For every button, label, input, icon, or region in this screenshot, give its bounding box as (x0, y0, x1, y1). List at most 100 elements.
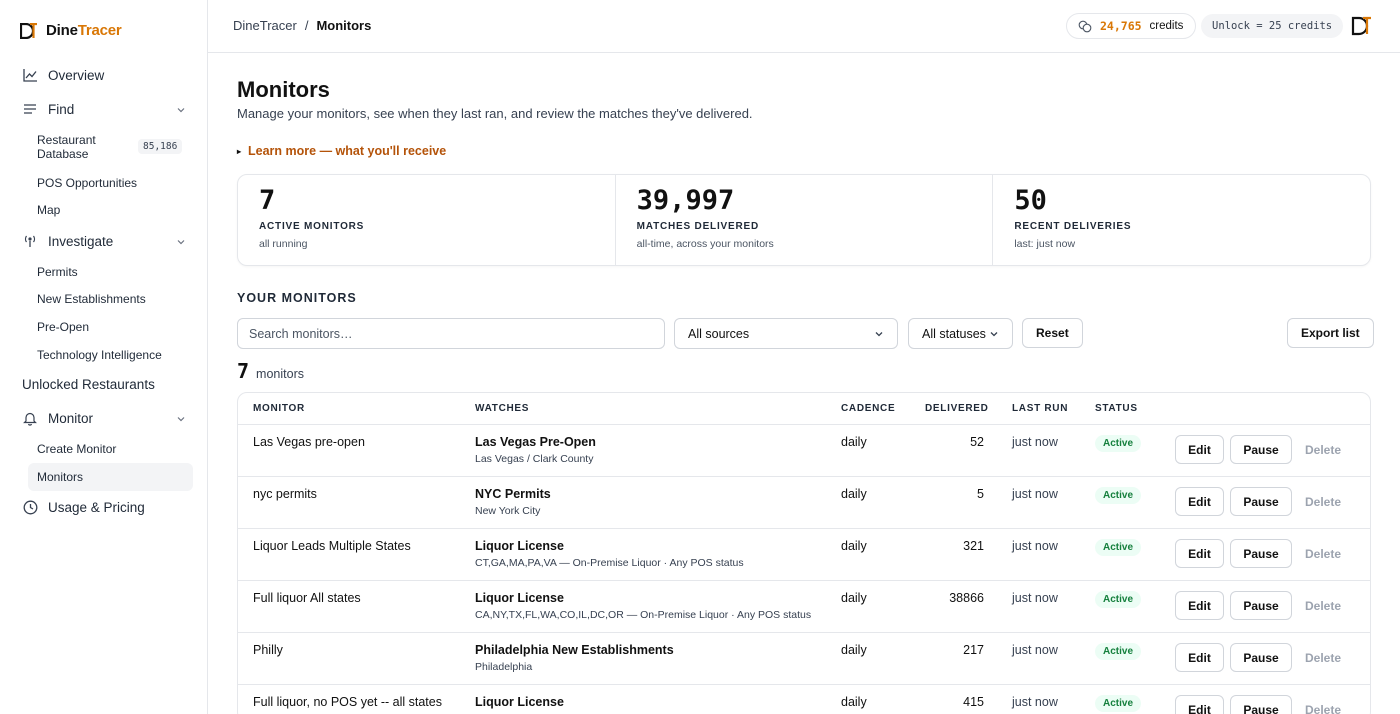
sidebar-item-technology-intelligence[interactable]: Technology Intelligence (37, 348, 162, 362)
delivered-count: 52 (970, 435, 984, 449)
source-select[interactable]: All sources (674, 318, 898, 349)
sidebar-item-overview[interactable]: Overview (22, 67, 104, 83)
monitor-name[interactable]: Philly (253, 643, 283, 657)
pause-button[interactable]: Pause (1230, 435, 1292, 464)
edit-button[interactable]: Edit (1175, 539, 1224, 568)
edit-button[interactable]: Edit (1175, 695, 1224, 714)
sidebar-item-create-monitor[interactable]: Create Monitor (37, 442, 116, 456)
chevron-down-icon (875, 331, 883, 336)
unlock-cost-pill: Unlock = 25 credits (1201, 14, 1344, 38)
monitor-count: 7 monitors (237, 359, 304, 383)
sidebar-item-unlocked-restaurants[interactable]: Unlocked Restaurants (22, 377, 155, 392)
stat-recent-deliveries: 50 RECENT DELIVERIES last: just now (993, 175, 1370, 265)
delete-button[interactable]: Delete (1305, 547, 1341, 561)
sidebar-item-monitors[interactable]: Monitors (37, 470, 83, 484)
column-header-status[interactable]: STATUS (1095, 403, 1138, 414)
main-content: DineTracer / Monitors 24,765 credits Unl… (208, 0, 1400, 714)
status-select[interactable]: All statuses (908, 318, 1013, 349)
sidebar-item-restaurant-database[interactable]: Restaurant Database (37, 133, 127, 161)
logo[interactable]: DineTracer (20, 22, 122, 39)
delete-button[interactable]: Delete (1305, 443, 1341, 457)
table-row: nyc permits NYC Permits New York City daily… (238, 477, 1370, 529)
table-row: Full liquor All states Liquor License CA,N… (238, 581, 1370, 633)
cadence-value: daily (841, 591, 867, 605)
pause-button[interactable]: Pause (1230, 695, 1292, 714)
sidebar-item-usage-pricing[interactable]: Usage & Pricing (22, 499, 145, 515)
monitor-name[interactable]: Full liquor, no POS yet -- all states (253, 695, 442, 709)
logo-icon (20, 22, 37, 39)
sidebar-item-pos-opportunities[interactable]: POS Opportunities (37, 176, 137, 190)
section-title: YOUR MONITORS (237, 291, 357, 305)
status-badge: Active (1095, 435, 1142, 452)
monitor-name[interactable]: Las Vegas pre-open (253, 435, 365, 449)
column-header-delivered[interactable]: DELIVERED (925, 403, 989, 414)
column-header-last-run[interactable]: LAST RUN (1012, 403, 1068, 414)
learn-more-link[interactable]: ▸ Learn more — what you'll receive (237, 144, 446, 158)
chevron-down-icon (177, 108, 185, 113)
status-badge: Active (1095, 539, 1142, 556)
stat-hint: last: just now (1014, 238, 1076, 250)
delete-button[interactable]: Delete (1305, 651, 1341, 665)
watch-title: Las Vegas Pre-Open (475, 435, 596, 449)
chart-line-icon (22, 67, 38, 83)
edit-button[interactable]: Edit (1175, 435, 1224, 464)
monitor-name[interactable]: Liquor Leads Multiple States (253, 539, 411, 553)
sidebar-item-map[interactable]: Map (37, 203, 60, 217)
pause-button[interactable]: Pause (1230, 487, 1292, 516)
watch-detail: Philadelphia (475, 661, 533, 673)
monitor-count-label: monitors (256, 367, 304, 381)
page-title: Monitors (237, 77, 330, 102)
user-avatar-icon[interactable] (1351, 15, 1373, 37)
sidebar-item-label: Monitor (48, 410, 94, 426)
stat-label: MATCHES DELIVERED (636, 221, 759, 232)
reset-button[interactable]: Reset (1022, 318, 1083, 348)
logo-text-tracer: Tracer (77, 22, 122, 39)
sidebar-item-label: Find (48, 101, 75, 117)
watch-title: NYC Permits (475, 487, 551, 501)
monitor-count-number: 7 (237, 359, 250, 383)
breadcrumb: DineTracer / Monitors (233, 18, 371, 33)
monitor-name[interactable]: nyc permits (253, 487, 317, 501)
cadence-value: daily (841, 695, 867, 709)
delete-button[interactable]: Delete (1305, 495, 1341, 509)
database-count-badge: 85,186 (138, 139, 183, 154)
source-select-value: All sources (688, 326, 750, 341)
delete-button[interactable]: Delete (1305, 703, 1341, 714)
coins-icon (1078, 20, 1092, 32)
pause-button[interactable]: Pause (1230, 539, 1292, 568)
sidebar-item-permits[interactable]: Permits (37, 265, 78, 279)
disclosure-triangle-icon: ▸ (237, 146, 242, 156)
credits-pill[interactable]: 24,765 credits (1066, 13, 1197, 39)
column-header-watches[interactable]: WATCHES (475, 403, 529, 414)
last-run-value: just now (1012, 539, 1058, 553)
last-run-value: just now (1012, 435, 1058, 449)
stat-hint: all running (259, 238, 308, 250)
sidebar-item-pre-open[interactable]: Pre-Open (37, 320, 89, 334)
monitor-name[interactable]: Full liquor All states (253, 591, 361, 605)
watch-detail: CA,NY,TX,FL,WA,CO,IL,DC,OR — On-Premise … (475, 609, 812, 621)
column-header-cadence[interactable]: CADENCE (841, 403, 895, 414)
pause-button[interactable]: Pause (1230, 591, 1292, 620)
delete-button[interactable]: Delete (1305, 599, 1341, 613)
menu-lines-icon (22, 101, 38, 117)
sidebar-item-find[interactable]: Find (22, 101, 186, 117)
sidebar-item-monitor[interactable]: Monitor (22, 410, 186, 426)
credits-label: credits (1149, 20, 1184, 32)
delivered-count: 415 (963, 695, 984, 709)
table-row: Liquor Leads Multiple States Liquor Licen… (238, 529, 1370, 581)
cadence-value: daily (841, 539, 867, 553)
sidebar-item-new-establishments[interactable]: New Establishments (37, 292, 146, 306)
search-input[interactable] (237, 318, 665, 349)
clock-icon (22, 499, 38, 515)
export-list-button[interactable]: Export list (1287, 318, 1374, 348)
column-header-monitor[interactable]: MONITOR (253, 403, 305, 414)
breadcrumb-root[interactable]: DineTracer (233, 18, 297, 33)
stat-label: ACTIVE MONITORS (259, 221, 365, 232)
edit-button[interactable]: Edit (1175, 591, 1224, 620)
edit-button[interactable]: Edit (1175, 487, 1224, 516)
sidebar-item-investigate[interactable]: Investigate (22, 233, 186, 249)
pause-button[interactable]: Pause (1230, 643, 1292, 672)
topbar: DineTracer / Monitors 24,765 credits Unl… (208, 0, 1400, 53)
stat-label: RECENT DELIVERIES (1014, 221, 1132, 232)
edit-button[interactable]: Edit (1175, 643, 1224, 672)
